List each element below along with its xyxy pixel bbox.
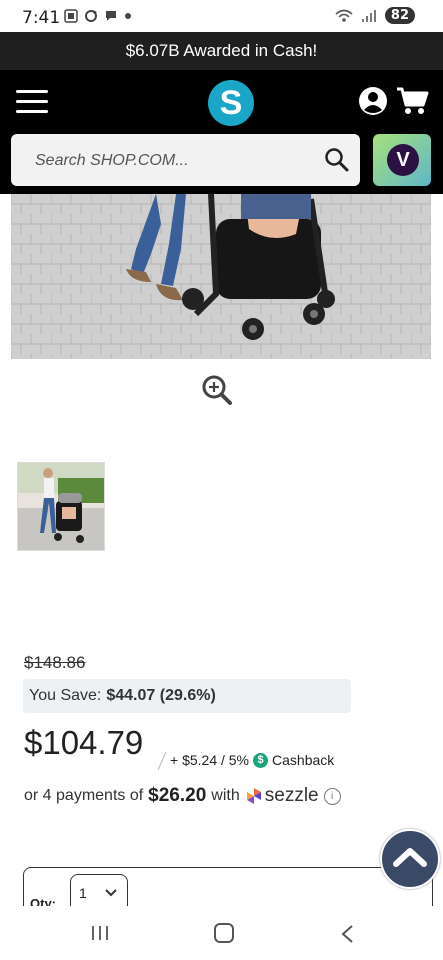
sync-icon xyxy=(85,10,97,22)
payments-with: with xyxy=(211,787,240,804)
chevron-up-icon xyxy=(393,848,427,867)
info-icon[interactable]: i xyxy=(323,787,341,805)
vip-letter: V xyxy=(396,148,410,171)
logo-letter: S xyxy=(219,83,243,122)
you-save-value: $44.07 (29.6%) xyxy=(106,687,216,704)
original-price: $148.86 xyxy=(24,653,86,672)
thumbnail-photo xyxy=(18,463,104,550)
savings-box: You Save: $44.07 (29.6%) xyxy=(23,679,351,713)
sezzle-label: sezzle xyxy=(264,785,319,806)
cashback-icon: $ xyxy=(253,752,269,768)
installment-payments: or 4 payments of $26.20 with sezzle i xyxy=(24,785,341,807)
search-icon[interactable] xyxy=(324,147,350,173)
dot-icon xyxy=(125,13,131,19)
battery-indicator: 82 xyxy=(384,7,415,24)
search-bar xyxy=(11,134,360,186)
you-save-label: You Save: xyxy=(29,687,102,704)
status-time: 7:41 xyxy=(22,8,61,28)
back-icon[interactable] xyxy=(340,924,354,944)
status-notification-icons xyxy=(64,9,132,23)
chevron-down-icon xyxy=(105,889,117,897)
vip-badge: V xyxy=(387,144,419,176)
promo-text: $6.07B Awarded in Cash! xyxy=(125,41,318,60)
cashback-label: Cashback xyxy=(272,752,335,768)
promo-banner[interactable]: $6.07B Awarded in Cash! xyxy=(0,32,443,70)
payments-prefix: or 4 payments of xyxy=(24,787,144,804)
screenshot-icon xyxy=(64,9,78,23)
chat-icon xyxy=(106,11,116,21)
divider-slash xyxy=(157,752,167,770)
scroll-to-top-button[interactable] xyxy=(380,829,440,889)
quantity-panel: Qty: 1 xyxy=(23,867,433,908)
account-icon[interactable] xyxy=(358,86,388,116)
quantity-select[interactable]: 1 xyxy=(70,874,128,908)
status-bar: 7:41 82 xyxy=(0,0,443,32)
status-right-icons: 82 xyxy=(335,7,415,24)
search-input[interactable] xyxy=(33,148,317,174)
cashback-info[interactable]: + $5.24 / 5% $ Cashback xyxy=(170,752,334,768)
stroller-photo xyxy=(11,194,431,359)
sezzle-mark-icon xyxy=(246,788,261,804)
wifi-icon xyxy=(335,9,353,22)
product-thumbnail[interactable] xyxy=(17,462,105,551)
cashback-amount: + $5.24 / 5% xyxy=(170,752,250,768)
shopcom-logo[interactable]: S xyxy=(208,80,254,126)
signal-icon xyxy=(361,9,376,22)
menu-icon[interactable] xyxy=(16,90,48,114)
vip-button[interactable]: V xyxy=(373,134,431,186)
product-image[interactable] xyxy=(11,194,431,359)
sale-price: $104.79 xyxy=(24,724,144,761)
recent-apps-icon[interactable] xyxy=(90,924,110,942)
payments-amount: $26.20 xyxy=(148,785,207,806)
home-icon[interactable] xyxy=(214,923,234,943)
sezzle-logo[interactable]: sezzle xyxy=(246,785,319,807)
zoom-in-icon[interactable] xyxy=(201,374,233,406)
cart-icon[interactable] xyxy=(396,86,430,116)
qty-value: 1 xyxy=(79,885,87,901)
